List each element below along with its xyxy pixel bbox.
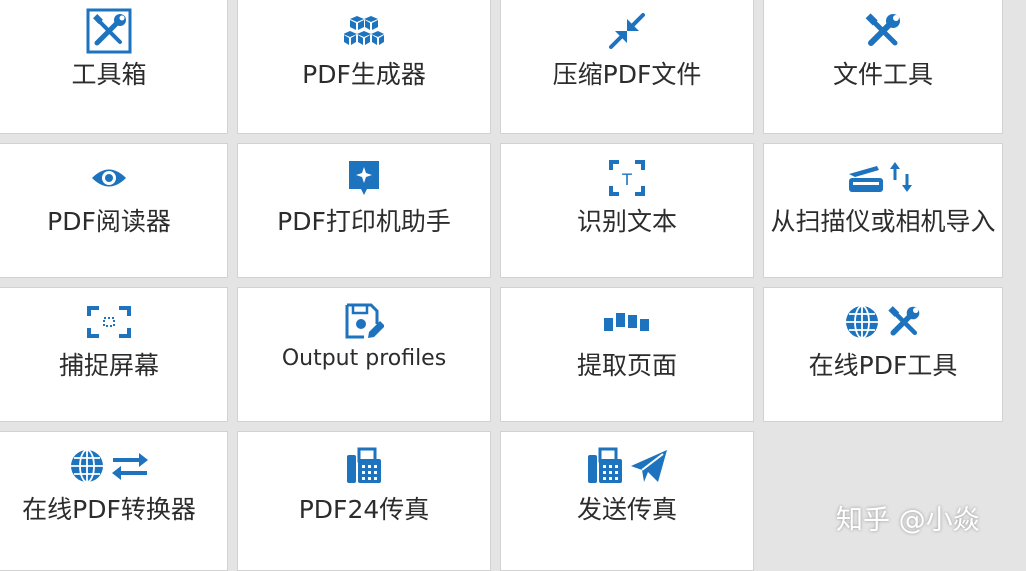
tools-icon xyxy=(863,11,903,51)
swap-arrows-icon xyxy=(111,451,149,481)
tile-file-tools[interactable]: 文件工具 xyxy=(763,0,1003,134)
paper-plane-icon xyxy=(630,448,668,484)
tile-extract-pages[interactable]: 提取页面 xyxy=(500,287,754,422)
globe-icon xyxy=(844,304,880,340)
tile-compress-pdf[interactable]: 压缩PDF文件 xyxy=(500,0,754,134)
tile-printer-assistant[interactable]: PDF打印机助手 xyxy=(237,143,491,278)
cubes-icon xyxy=(344,14,384,48)
compress-arrows-icon xyxy=(607,11,647,51)
tile-label: 工具箱 xyxy=(71,60,147,89)
globe-icon xyxy=(69,448,105,484)
tile-label: 在线PDF工具 xyxy=(808,351,958,380)
screen-capture-icon xyxy=(87,306,131,338)
tile-label: PDF生成器 xyxy=(302,60,426,89)
fax-icon xyxy=(586,447,624,485)
tile-scanner-import[interactable]: 从扫描仪或相机导入 xyxy=(763,143,1003,278)
tile-output-profiles[interactable]: Output profiles xyxy=(237,287,491,422)
text-scan-icon: T xyxy=(609,160,645,196)
fax-icon xyxy=(345,447,383,485)
tile-label: 捕捉屏幕 xyxy=(58,351,159,380)
tile-label: 从扫描仪或相机导入 xyxy=(770,207,996,236)
extract-pages-icon xyxy=(603,310,651,334)
tile-label: PDF打印机助手 xyxy=(277,207,451,236)
assistant-icon xyxy=(347,159,381,197)
scanner-import-icon xyxy=(847,160,919,196)
tile-pdf-reader[interactable]: PDF阅读器 xyxy=(0,143,228,278)
tile-label: PDF阅读器 xyxy=(47,207,171,236)
tile-send-fax[interactable]: 发送传真 xyxy=(500,431,754,571)
eye-icon xyxy=(90,165,128,191)
toolbox-icon xyxy=(86,8,132,54)
tile-online-pdf-tools[interactable]: 在线PDF工具 xyxy=(763,287,1003,422)
tools-icon xyxy=(886,304,922,340)
tile-label: 提取页面 xyxy=(576,351,677,380)
tile-label: 发送传真 xyxy=(576,495,677,524)
tile-label: Output profiles xyxy=(281,346,447,371)
tile-toolbox[interactable]: 工具箱 xyxy=(0,0,228,134)
tile-pdf-creator[interactable]: PDF生成器 xyxy=(237,0,491,134)
tile-screen-capture[interactable]: 捕捉屏幕 xyxy=(0,287,228,422)
profile-edit-icon xyxy=(344,302,384,342)
svg-text:T: T xyxy=(621,170,632,189)
tile-online-converter[interactable]: 在线PDF转换器 xyxy=(0,431,228,571)
tile-ocr[interactable]: T 识别文本 xyxy=(500,143,754,278)
tile-label: 识别文本 xyxy=(576,207,677,236)
tile-pdf24-fax[interactable]: PDF24传真 xyxy=(237,431,491,571)
tile-label: 压缩PDF文件 xyxy=(552,60,702,89)
tile-label: 在线PDF转换器 xyxy=(22,495,196,524)
tile-label: PDF24传真 xyxy=(298,495,430,524)
watermark: 知乎 @小焱 xyxy=(836,505,980,536)
tile-label: 文件工具 xyxy=(832,60,933,89)
